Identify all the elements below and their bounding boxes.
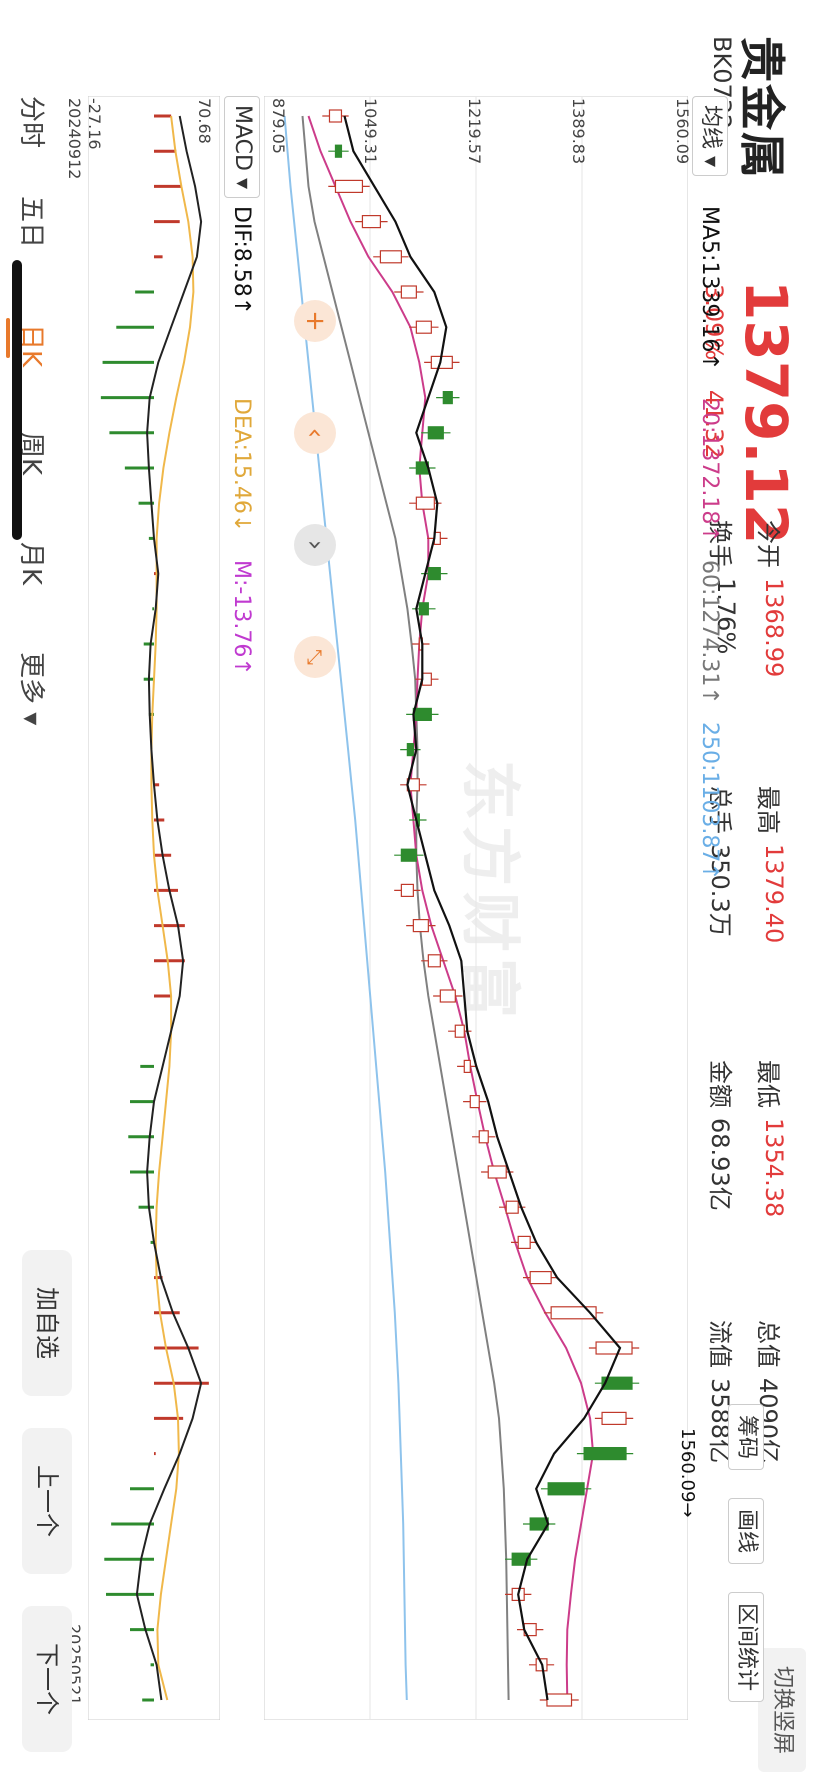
chevron-up-icon[interactable]: ‹ xyxy=(294,412,336,454)
range-stats-button[interactable]: 区间统计 xyxy=(728,1592,764,1703)
candle-body xyxy=(546,1693,573,1707)
low-value: 1354.38 xyxy=(760,1118,788,1218)
dea-line xyxy=(150,115,195,1701)
ma250-label: 250:1103.87↑ xyxy=(697,722,722,881)
y-axis-label-0: 1560.09 xyxy=(673,98,692,165)
candle-body xyxy=(334,144,343,158)
amount-label: 金额 xyxy=(706,1060,734,1108)
candle-body xyxy=(427,954,441,968)
m-label: M:-13.76↑ xyxy=(229,560,254,676)
dif-label: DIF:8.58↑ xyxy=(229,206,254,316)
float-value-label: 流值 xyxy=(706,1320,734,1368)
dea-label: DEA:15.46↓ xyxy=(229,398,254,533)
y-axis-label-4: 879.05 xyxy=(269,98,288,154)
candle-body xyxy=(415,496,435,510)
collapse-icon[interactable]: ⤡ xyxy=(294,636,336,678)
active-tab-indicator xyxy=(6,318,10,358)
dif-line xyxy=(135,115,203,1701)
candle-body xyxy=(400,285,417,299)
landscape-kline-stage: 东方财富 贵金属 BK0732 1379.12 3.09% 41.32 今开 1… xyxy=(0,0,828,1792)
candle-body xyxy=(454,1024,465,1038)
candle-body xyxy=(361,214,382,229)
draw-line-button[interactable]: 画线 xyxy=(728,1498,764,1565)
candle-body xyxy=(400,883,414,898)
candle-body xyxy=(412,707,432,722)
candle-body xyxy=(379,250,402,264)
candle-body xyxy=(517,1235,531,1250)
ma-selector-label: 均线 xyxy=(698,105,723,150)
ma-selector[interactable]: 均线 ▾ xyxy=(692,96,728,177)
macd-chart[interactable] xyxy=(88,96,220,1720)
ma5-line xyxy=(343,115,622,1701)
y-axis-label-1: 1389.83 xyxy=(569,98,588,165)
candle-body xyxy=(487,1165,507,1179)
candle-body xyxy=(439,989,456,1003)
add-watchlist-button[interactable]: 加自选 xyxy=(22,1250,72,1396)
ma60-line xyxy=(301,115,510,1701)
tab-more-label: 更多 xyxy=(16,652,46,705)
stock-title: 贵金属 xyxy=(735,36,789,180)
macd-frame xyxy=(88,96,220,1720)
candle-body xyxy=(463,1059,471,1074)
candle-body xyxy=(406,742,414,757)
candle-body xyxy=(412,918,429,933)
switch-portrait-button[interactable]: 切换竖屏 xyxy=(758,1648,806,1772)
max-price-marker: 1560.09→ xyxy=(677,1428,698,1518)
amount-value: 68.93亿 xyxy=(706,1118,734,1211)
y-axis-label-2: 1219.57 xyxy=(465,98,484,165)
candle-body xyxy=(400,848,417,862)
high-value: 1379.40 xyxy=(760,844,788,944)
candle-body xyxy=(427,567,441,581)
zoom-in-icon[interactable]: + xyxy=(294,300,336,342)
candle-body xyxy=(418,602,429,616)
kline-chart[interactable] xyxy=(264,96,688,1720)
candle-body xyxy=(595,1341,633,1355)
indicator-selector[interactable]: MACD ▾ xyxy=(224,96,260,198)
ma5-label: MA5:1339.16↑ xyxy=(697,206,722,371)
candle-body xyxy=(442,391,453,405)
start-date: 20240912 xyxy=(65,98,84,180)
candle-body xyxy=(328,109,343,123)
candle-body xyxy=(421,672,432,686)
candle-body xyxy=(334,179,364,194)
current-price: 1379.12 xyxy=(732,280,800,545)
total-value-label: 总值 xyxy=(754,1320,782,1368)
candle-body xyxy=(469,1094,480,1109)
tab-more[interactable]: 更多 ▾ xyxy=(15,652,52,725)
macd-axis-bottom: -27.16 xyxy=(85,98,104,150)
candle-body xyxy=(547,1482,585,1496)
ma250-line xyxy=(283,115,408,1701)
ma20-label: 20:1372.18↑ xyxy=(697,398,722,543)
high-label: 最高 xyxy=(754,786,782,834)
prev-stock-button[interactable]: 上一个 xyxy=(22,1428,72,1574)
tab-five-day[interactable]: 五日 xyxy=(15,196,52,248)
open-value: 1368.99 xyxy=(760,578,788,678)
y-axis-label-3: 1049.31 xyxy=(361,98,380,165)
indicator-selector-label: MACD xyxy=(230,105,255,171)
candle-body xyxy=(601,1411,627,1426)
home-indicator xyxy=(12,260,22,540)
next-stock-button[interactable]: 下一个 xyxy=(22,1606,72,1752)
candle-body xyxy=(427,426,444,440)
candle-body xyxy=(415,320,432,334)
candle-body xyxy=(505,1200,519,1214)
chips-button[interactable]: 筹码 xyxy=(728,1404,764,1471)
macd-axis-top: 70.68 xyxy=(195,98,214,144)
candle-body xyxy=(529,1270,552,1285)
open-label: 今开 xyxy=(754,520,782,568)
chevron-down-icon[interactable]: › xyxy=(294,524,336,566)
tab-monthly-k[interactable]: 月K xyxy=(15,542,52,585)
ma60-label: 60:1274.31↑ xyxy=(697,560,722,705)
tab-timeshare[interactable]: 分时 xyxy=(15,96,52,148)
candle-body xyxy=(478,1130,489,1144)
candle-body xyxy=(583,1446,627,1461)
low-label: 最低 xyxy=(754,1060,782,1108)
